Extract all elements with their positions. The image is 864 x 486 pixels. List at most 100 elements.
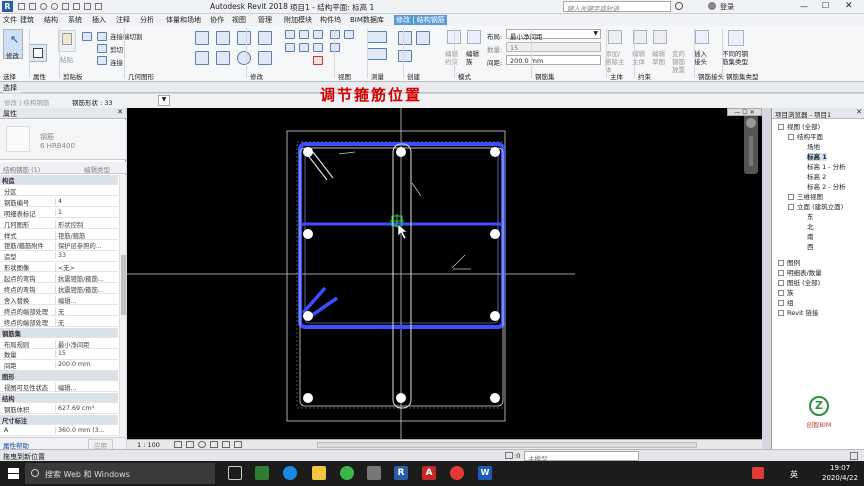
- menu-2[interactable]: 结构: [44, 15, 58, 25]
- undo-icon[interactable]: [40, 3, 47, 10]
- property-row[interactable]: 钢筋编号 4: [0, 197, 118, 208]
- outer-stirrup-bottom[interactable]: [299, 147, 504, 407]
- rebar-bar[interactable]: [490, 229, 500, 239]
- browser-node[interactable]: 组: [778, 297, 794, 307]
- select-button[interactable]: 选择: [3, 83, 21, 93]
- menu-4[interactable]: 插入: [92, 15, 106, 25]
- edge-icon[interactable]: [283, 466, 297, 480]
- expand-icon[interactable]: [788, 194, 794, 200]
- revit-logo-icon[interactable]: R: [2, 1, 13, 12]
- property-value[interactable]: 镫筋/箍筋: [55, 230, 117, 240]
- property-value[interactable]: 编辑...: [55, 295, 117, 305]
- hide-isolate-icon[interactable]: [234, 441, 242, 448]
- rebar-bar[interactable]: [303, 311, 313, 321]
- expand-icon[interactable]: [778, 270, 784, 276]
- workset-icon[interactable]: [505, 452, 513, 459]
- property-row[interactable]: 钢筋体积 627.69 cm³: [0, 404, 118, 415]
- property-value[interactable]: 200.0 mm: [55, 361, 117, 369]
- menu-14[interactable]: 修改 | 结构钢筋: [394, 15, 447, 25]
- property-row[interactable]: 起点的弯钩 抗震镫筋/箍筋...: [0, 273, 118, 284]
- rebar-bar[interactable]: [396, 147, 406, 157]
- menu-0[interactable]: 文件: [3, 15, 17, 25]
- detail-level-icon[interactable]: [174, 441, 182, 448]
- inner-vertical-stirrup[interactable]: [392, 143, 412, 409]
- plan-view[interactable]: [127, 108, 762, 439]
- rebar-bar[interactable]: [396, 393, 406, 403]
- property-row[interactable]: 形状图像 <无>: [0, 262, 118, 273]
- maximize-button[interactable]: ☐: [822, 1, 829, 10]
- property-value[interactable]: <无>: [55, 263, 117, 273]
- measure-icon[interactable]: [73, 3, 80, 10]
- rebar-bar[interactable]: [490, 147, 500, 157]
- expand-icon[interactable]: [788, 134, 794, 140]
- close-browser-icon[interactable]: ✕: [856, 108, 862, 116]
- rebar-bar[interactable]: [490, 311, 500, 321]
- user-icon[interactable]: [708, 2, 716, 10]
- property-row[interactable]: 布局规则 最小净间距: [0, 339, 118, 349]
- model-select[interactable]: 主模型: [524, 451, 639, 463]
- browser-node[interactable]: 标高 1 - 分析: [798, 161, 846, 171]
- clock-time[interactable]: 19:07: [830, 464, 850, 472]
- property-value[interactable]: 627.69 cm³: [55, 404, 117, 412]
- property-value[interactable]: 无: [55, 317, 117, 327]
- browser-node[interactable]: 视图 (全部): [778, 121, 820, 131]
- property-value[interactable]: 保护层参照的...: [55, 241, 117, 251]
- edit-type-button[interactable]: 编辑类型: [84, 164, 110, 174]
- browser-node[interactable]: 南: [798, 231, 814, 241]
- horizontal-scrollbar[interactable]: [317, 442, 697, 448]
- menu-3[interactable]: 系统: [68, 15, 82, 25]
- filter-icon[interactable]: [850, 452, 858, 460]
- 3d-view-icon[interactable]: [95, 3, 102, 10]
- property-row[interactable]: 终点的弯钩 抗震镫筋/箍筋...: [0, 284, 118, 295]
- property-value[interactable]: 编辑...: [55, 383, 117, 393]
- property-row[interactable]: A 360.0 mm (3...: [0, 426, 118, 436]
- browser-node[interactable]: 明细表/数量: [778, 267, 822, 277]
- search-icon[interactable]: [675, 2, 683, 10]
- wechat-icon[interactable]: [340, 466, 354, 480]
- property-row[interactable]: 数量 15: [0, 349, 118, 360]
- expand-icon[interactable]: [778, 290, 784, 296]
- search-input[interactable]: 键入关键字或短语: [563, 1, 671, 13]
- clock-date[interactable]: 2020/4/22: [822, 474, 858, 482]
- property-value[interactable]: 1: [55, 208, 117, 216]
- property-row[interactable]: 图形: [0, 371, 118, 382]
- rebar-bar[interactable]: [303, 147, 313, 157]
- drag-grip[interactable]: [390, 214, 404, 228]
- redo-icon[interactable]: [51, 3, 58, 10]
- explorer-icon[interactable]: [312, 466, 326, 480]
- tag-icon[interactable]: [84, 3, 91, 10]
- property-row[interactable]: 几何图形 形状控制: [0, 219, 118, 229]
- browser-node[interactable]: 图纸 (全部): [778, 277, 820, 287]
- properties-scrollbar[interactable]: [119, 175, 126, 437]
- rebar-bar[interactable]: [303, 393, 313, 403]
- revit-taskbar-icon[interactable]: R: [394, 466, 408, 480]
- property-value[interactable]: 15: [55, 350, 117, 358]
- browser-node[interactable]: 立面 (建筑立面): [788, 201, 843, 211]
- browser-node[interactable]: 场地: [798, 141, 820, 151]
- rebar-bar[interactable]: [303, 229, 313, 239]
- store-icon[interactable]: [367, 466, 381, 480]
- close-button[interactable]: ✕: [845, 1, 853, 11]
- windows-start-icon[interactable]: [8, 468, 19, 479]
- property-row[interactable]: 明细表标记 1: [0, 208, 118, 218]
- browser-node[interactable]: 标高 2: [798, 171, 826, 181]
- property-row[interactable]: 构造: [0, 175, 118, 186]
- menu-12[interactable]: 构件坞: [320, 15, 341, 25]
- browser-node[interactable]: 东: [798, 211, 814, 221]
- property-value[interactable]: 最小净间距: [55, 339, 117, 349]
- recorder-icon[interactable]: [450, 466, 464, 480]
- property-row[interactable]: 尺寸标注: [0, 414, 118, 426]
- browser-node[interactable]: Revit 链接: [778, 307, 819, 317]
- save-icon[interactable]: [29, 3, 36, 10]
- property-value[interactable]: 33: [55, 252, 117, 260]
- open-icon[interactable]: [18, 3, 25, 10]
- task-view-icon[interactable]: [228, 466, 242, 480]
- type-selector[interactable]: 钢筋 6 HRB400: [0, 120, 126, 160]
- expand-icon[interactable]: [778, 310, 784, 316]
- word-icon[interactable]: W: [478, 466, 492, 480]
- menu-13[interactable]: BIM数据库: [350, 15, 384, 25]
- menu-1[interactable]: 建筑: [20, 15, 34, 25]
- menu-9[interactable]: 视图: [232, 15, 246, 25]
- expand-icon[interactable]: [778, 124, 784, 130]
- sun-path-icon[interactable]: [198, 441, 206, 448]
